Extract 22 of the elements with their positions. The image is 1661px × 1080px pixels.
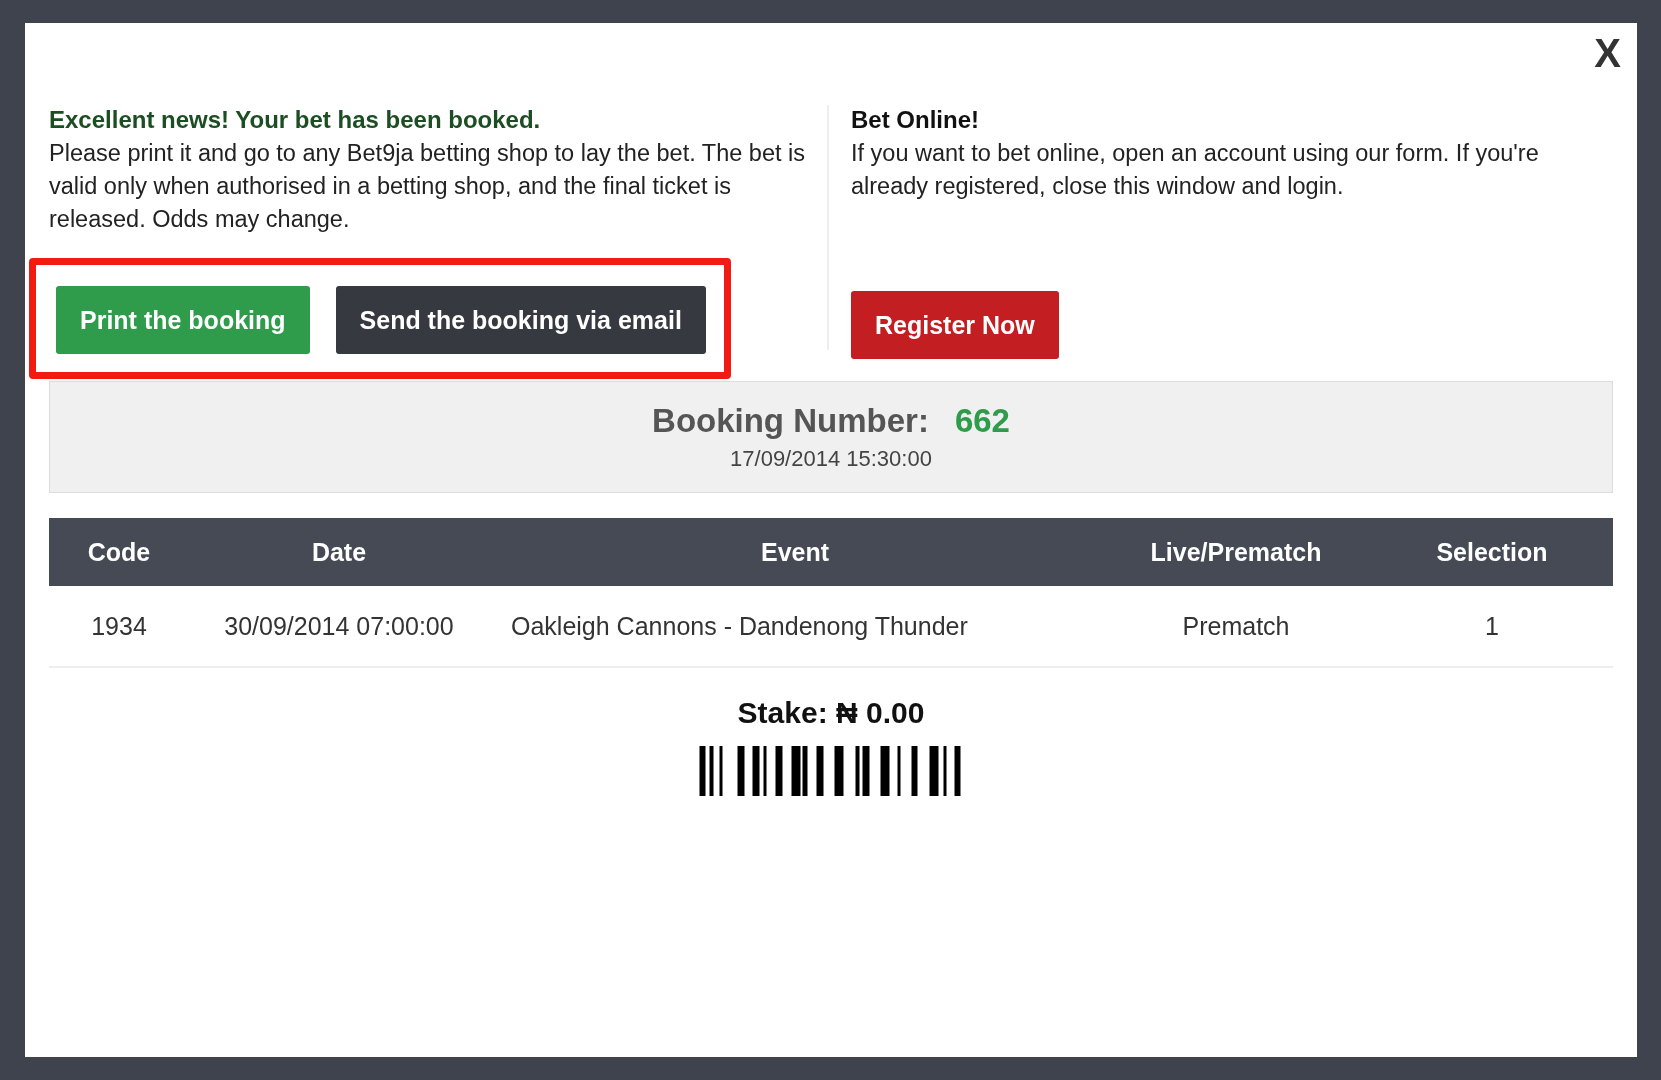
- table-cell: 30/09/2014 07:00:00: [189, 586, 489, 667]
- online-message: If you want to bet online, open an account using our form. If you're already registered, close this window and login.: [851, 139, 1540, 201]
- email-button[interactable]: Send the booking via email: [335, 286, 706, 354]
- table-cell: 1934: [49, 586, 189, 667]
- online-heading: Bet Online!: [851, 105, 980, 135]
- column-header: Selection: [1371, 518, 1613, 586]
- column-header: Code: [49, 518, 189, 586]
- table-cell: Oakleigh Cannons - Dandenong Thunder: [489, 586, 1101, 667]
- booking-message: Please print it and go to any Bet9ja betting shop to lay the bet. The bet is valid only when authorised in a betting shop, and the final ticket is released. Odds may change.: [49, 139, 806, 234]
- booking-date: 17/09/2014 15:30:00: [730, 446, 932, 472]
- stake-amount: Stake: ₦ 0.00: [736, 696, 926, 730]
- close-button[interactable]: X: [1594, 33, 1621, 73]
- column-header: Event: [489, 518, 1101, 586]
- column-header: Live/Prematch: [1101, 518, 1371, 586]
- column-header: Date: [189, 518, 489, 586]
- table-cell: 1: [1371, 586, 1613, 667]
- register-button[interactable]: Register Now: [851, 291, 1059, 359]
- booking-number: 662: [954, 402, 1010, 440]
- print-button[interactable]: Print the booking: [56, 286, 310, 354]
- booking-label: Booking Number:: [652, 402, 929, 440]
- success-heading: Excellent news! Your bet has been booked.: [49, 105, 542, 135]
- table-cell: Prematch: [1101, 586, 1371, 667]
